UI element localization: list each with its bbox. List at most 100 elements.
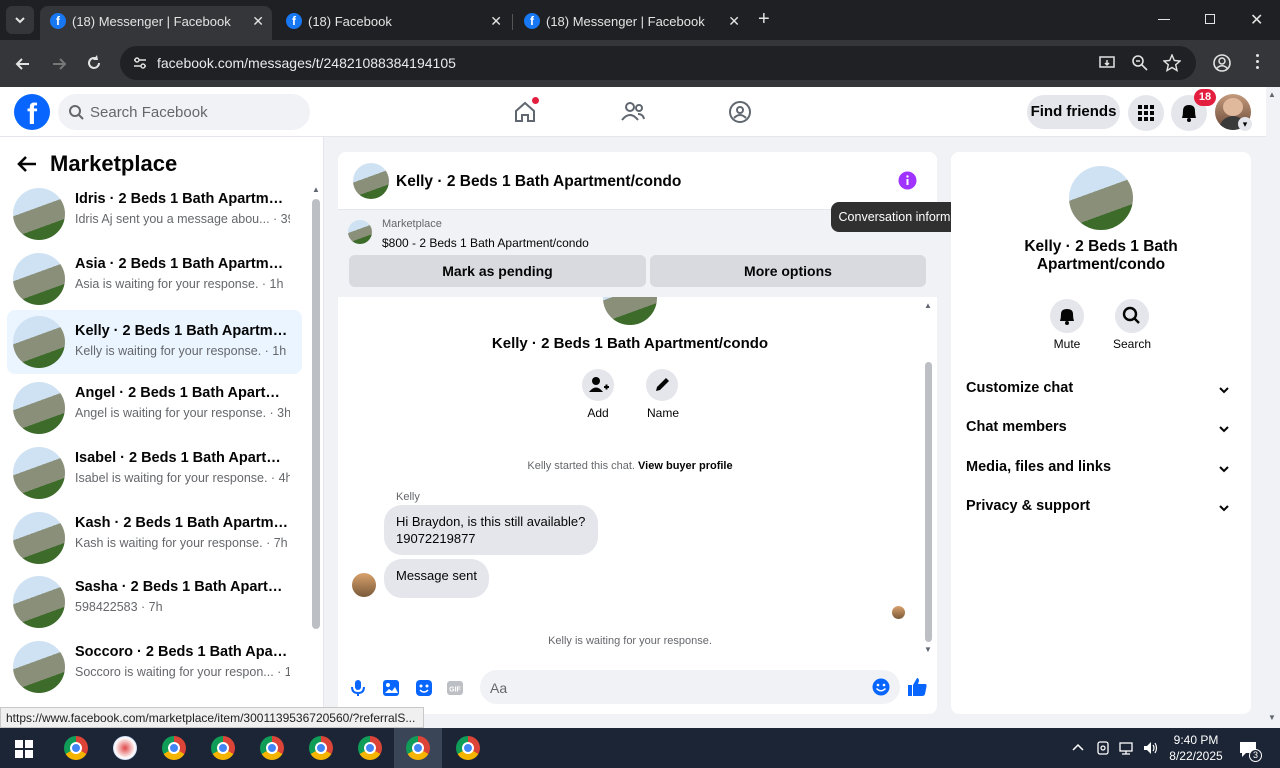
- conversation-item[interactable]: Soccoro · 2 Beds 1 Bath Apartm... Soccor…: [7, 638, 302, 696]
- message-input[interactable]: Aa: [480, 670, 900, 704]
- reload-icon[interactable]: [85, 54, 103, 72]
- listing-thumbnail[interactable]: [348, 220, 372, 244]
- taskbar-chrome[interactable]: [299, 734, 343, 768]
- emoji-icon[interactable]: [872, 678, 890, 696]
- page-scroll-up-arrow-icon[interactable]: ▲: [1268, 90, 1276, 99]
- conversation-item[interactable]: Idris · 2 Beds 1 Bath Apartment/... Idri…: [7, 185, 302, 243]
- facebook-logo-icon[interactable]: f: [14, 94, 50, 131]
- conversation-snippet: Kash is waiting for your response. · 7h: [75, 536, 288, 550]
- taskbar-chrome[interactable]: [152, 734, 196, 768]
- thread-scrollbar[interactable]: [925, 362, 932, 642]
- groups-icon[interactable]: [727, 99, 753, 125]
- new-tab-button[interactable]: +: [758, 8, 770, 31]
- restore-button[interactable]: [1205, 14, 1215, 24]
- add-person-button[interactable]: [582, 369, 614, 401]
- conversation-item[interactable]: Asia · 2 Beds 1 Bath Apartment/... Asia …: [7, 250, 302, 308]
- conversation-name: Angel · 2 Beds 1 Bath Apartmen...: [75, 385, 290, 401]
- menu-button[interactable]: [1128, 95, 1164, 131]
- media-files-links-section[interactable]: Media, files and links: [966, 459, 1236, 483]
- close-window-button[interactable]: ✕: [1250, 10, 1263, 30]
- more-options-button[interactable]: More options: [650, 255, 926, 287]
- browser-menu-icon[interactable]: [1256, 54, 1260, 72]
- close-tab-icon[interactable]: ✕: [728, 13, 740, 30]
- tab-messenger-2[interactable]: f (18) Messenger | Facebook ✕: [514, 6, 748, 40]
- conversation-snippet: Isabel is waiting for your response. · 4…: [75, 471, 290, 485]
- conversation-item-selected[interactable]: Kelly · 2 Beds 1 Bath Apartment/... Kell…: [7, 310, 302, 374]
- privacy-support-section[interactable]: Privacy & support: [966, 498, 1236, 522]
- minimize-button[interactable]: [1158, 19, 1170, 20]
- account-chevron-icon[interactable]: ▾: [1238, 117, 1252, 131]
- thumbs-up-icon[interactable]: [906, 676, 928, 698]
- system-clock[interactable]: 9:40 PM 8/22/2025: [1166, 732, 1226, 764]
- scroll-up-arrow-icon[interactable]: ▲: [312, 185, 320, 194]
- search-input[interactable]: Search Facebook: [58, 94, 310, 130]
- taskbar-chrome[interactable]: [54, 734, 98, 768]
- message-line: 19072219877: [396, 531, 476, 546]
- search-in-conversation-button[interactable]: [1115, 299, 1149, 333]
- conversation-item[interactable]: Kash · 2 Beds 1 Bath Apartment/... Kash …: [7, 509, 302, 567]
- scroll-down-arrow-icon[interactable]: ▼: [924, 645, 932, 654]
- microphone-icon[interactable]: [348, 678, 368, 698]
- sticker-icon[interactable]: [414, 678, 434, 698]
- chat-title[interactable]: Kelly · 2 Beds 1 Bath Apartment/condo: [396, 173, 681, 191]
- waiting-notice: Kelly is waiting for your response.: [548, 635, 712, 647]
- find-friends-button[interactable]: Find friends: [1027, 95, 1120, 129]
- chat-members-section[interactable]: Chat members: [966, 419, 1236, 443]
- listing-thumbnail: [13, 253, 65, 305]
- chrome-icon: [162, 736, 186, 760]
- volume-icon[interactable]: [1142, 740, 1160, 756]
- tab-search-dropdown[interactable]: [6, 6, 34, 34]
- photo-icon[interactable]: [381, 678, 401, 698]
- taskbar-chrome-active[interactable]: [394, 728, 442, 768]
- friends-icon[interactable]: [620, 99, 646, 125]
- chat-avatar[interactable]: [353, 163, 389, 199]
- close-tab-icon[interactable]: ✕: [252, 13, 264, 30]
- zoom-icon[interactable]: [1131, 54, 1149, 72]
- conversation-item[interactable]: Isabel · 2 Beds 1 Bath Apartmen... Isabe…: [7, 444, 302, 502]
- chrome-icon: [260, 736, 284, 760]
- taskbar-chrome[interactable]: [201, 734, 245, 768]
- profile-icon[interactable]: [1212, 53, 1232, 73]
- conversation-info-icon[interactable]: [898, 171, 917, 190]
- url-text: facebook.com/messages/t/2482108838419410…: [157, 55, 456, 71]
- conversation-item[interactable]: Sasha · 2 Beds 1 Bath Apartment... 59842…: [7, 573, 302, 631]
- conversation-list-scrollbar[interactable]: [312, 199, 320, 629]
- search-icon: [69, 105, 84, 120]
- view-buyer-profile-link[interactable]: View buyer profile: [638, 460, 733, 472]
- show-hidden-icons-icon[interactable]: [1071, 742, 1085, 752]
- chat-started-text: Kelly started this chat.: [527, 460, 635, 472]
- facebook-favicon-icon: f: [524, 13, 540, 29]
- bookmark-star-icon[interactable]: [1163, 54, 1181, 72]
- taskbar-chrome[interactable]: [446, 734, 490, 768]
- forward-icon[interactable]: [50, 55, 68, 73]
- message-bubble[interactable]: Hi Braydon, is this still available? 190…: [384, 505, 598, 555]
- back-arrow-icon[interactable]: [16, 153, 38, 175]
- scroll-up-arrow-icon[interactable]: ▲: [924, 301, 932, 310]
- gif-icon[interactable]: GIF: [445, 678, 465, 698]
- network-icon[interactable]: [1118, 740, 1136, 756]
- taskbar-chrome[interactable]: [348, 734, 392, 768]
- taskbar-app[interactable]: [103, 734, 147, 768]
- section-label: Customize chat: [966, 380, 1074, 396]
- edit-name-button[interactable]: [646, 369, 678, 401]
- conversation-item[interactable]: Angel · 2 Beds 1 Bath Apartmen... Angel …: [7, 379, 302, 437]
- page-scroll-down-arrow-icon[interactable]: ▼: [1268, 713, 1276, 722]
- message-bubble[interactable]: Message sent: [384, 559, 489, 598]
- tab-messenger-1[interactable]: f (18) Messenger | Facebook ✕: [40, 6, 272, 40]
- customize-chat-section[interactable]: Customize chat: [966, 380, 1236, 404]
- listing-price-title[interactable]: $800 - 2 Beds 1 Bath Apartment/condo: [382, 236, 589, 250]
- device-icon[interactable]: [1096, 740, 1110, 756]
- close-tab-icon[interactable]: ✕: [490, 13, 502, 30]
- windows-start-icon[interactable]: [15, 740, 33, 758]
- message-composer: GIF Aa: [338, 659, 937, 714]
- mute-button[interactable]: [1050, 299, 1084, 333]
- install-app-icon[interactable]: [1098, 54, 1116, 72]
- app-icon: [113, 736, 137, 760]
- url-field[interactable]: facebook.com/messages/t/2482108838419410…: [120, 46, 1196, 80]
- profile-avatar[interactable]: [1069, 166, 1133, 230]
- tab-facebook[interactable]: f (18) Facebook ✕: [276, 6, 510, 40]
- taskbar-chrome[interactable]: [250, 734, 294, 768]
- site-settings-icon[interactable]: [132, 55, 148, 71]
- back-icon[interactable]: [14, 55, 32, 73]
- mark-as-pending-button[interactable]: Mark as pending: [349, 255, 646, 287]
